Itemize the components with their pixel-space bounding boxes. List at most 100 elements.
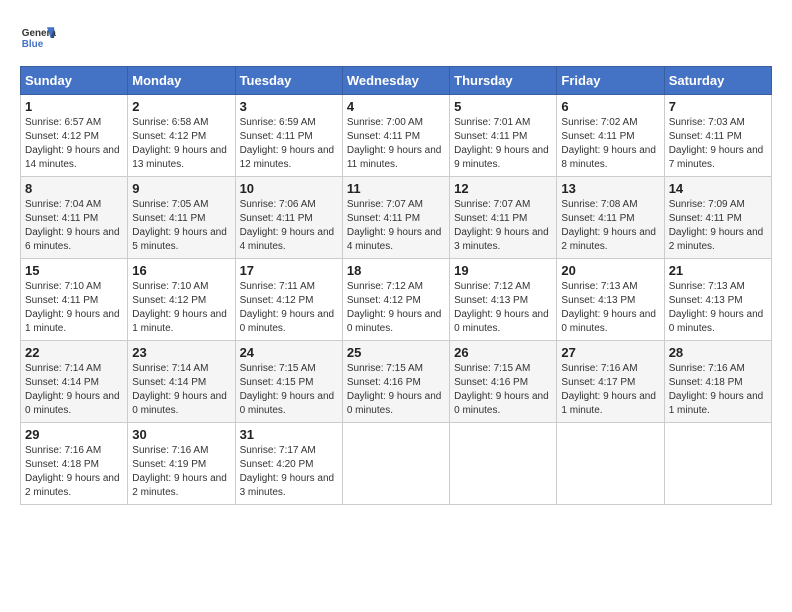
weekday-header-monday: Monday xyxy=(128,67,235,95)
day-info: Sunrise: 7:01 AM Sunset: 4:11 PM Dayligh… xyxy=(454,116,552,172)
calendar-cell xyxy=(557,423,664,505)
calendar-cell: 1 Sunrise: 6:57 AM Sunset: 4:12 PM Dayli… xyxy=(21,95,128,177)
day-info: Sunrise: 7:07 AM Sunset: 4:11 PM Dayligh… xyxy=(347,198,445,254)
day-info: Sunrise: 7:16 AM Sunset: 4:18 PM Dayligh… xyxy=(25,444,123,500)
weekday-header-saturday: Saturday xyxy=(664,67,771,95)
day-info: Sunrise: 7:10 AM Sunset: 4:11 PM Dayligh… xyxy=(25,280,123,336)
calendar-cell: 8 Sunrise: 7:04 AM Sunset: 4:11 PM Dayli… xyxy=(21,177,128,259)
day-info: Sunrise: 7:15 AM Sunset: 4:16 PM Dayligh… xyxy=(347,362,445,418)
day-info: Sunrise: 7:17 AM Sunset: 4:20 PM Dayligh… xyxy=(240,444,338,500)
day-number: 10 xyxy=(240,181,338,196)
day-info: Sunrise: 7:16 AM Sunset: 4:17 PM Dayligh… xyxy=(561,362,659,418)
day-number: 2 xyxy=(132,99,230,114)
calendar-cell: 15 Sunrise: 7:10 AM Sunset: 4:11 PM Dayl… xyxy=(21,259,128,341)
day-number: 16 xyxy=(132,263,230,278)
day-info: Sunrise: 7:14 AM Sunset: 4:14 PM Dayligh… xyxy=(132,362,230,418)
calendar-cell: 29 Sunrise: 7:16 AM Sunset: 4:18 PM Dayl… xyxy=(21,423,128,505)
week-row-2: 8 Sunrise: 7:04 AM Sunset: 4:11 PM Dayli… xyxy=(21,177,772,259)
day-number: 8 xyxy=(25,181,123,196)
day-number: 27 xyxy=(561,345,659,360)
day-info: Sunrise: 7:08 AM Sunset: 4:11 PM Dayligh… xyxy=(561,198,659,254)
day-info: Sunrise: 7:14 AM Sunset: 4:14 PM Dayligh… xyxy=(25,362,123,418)
calendar-cell: 26 Sunrise: 7:15 AM Sunset: 4:16 PM Dayl… xyxy=(450,341,557,423)
day-info: Sunrise: 7:07 AM Sunset: 4:11 PM Dayligh… xyxy=(454,198,552,254)
day-number: 18 xyxy=(347,263,445,278)
day-number: 20 xyxy=(561,263,659,278)
calendar: SundayMondayTuesdayWednesdayThursdayFrid… xyxy=(20,66,772,505)
day-number: 24 xyxy=(240,345,338,360)
day-info: Sunrise: 7:02 AM Sunset: 4:11 PM Dayligh… xyxy=(561,116,659,172)
day-info: Sunrise: 6:58 AM Sunset: 4:12 PM Dayligh… xyxy=(132,116,230,172)
calendar-cell: 13 Sunrise: 7:08 AM Sunset: 4:11 PM Dayl… xyxy=(557,177,664,259)
calendar-cell: 18 Sunrise: 7:12 AM Sunset: 4:12 PM Dayl… xyxy=(342,259,449,341)
day-number: 31 xyxy=(240,427,338,442)
day-info: Sunrise: 7:09 AM Sunset: 4:11 PM Dayligh… xyxy=(669,198,767,254)
calendar-cell xyxy=(664,423,771,505)
calendar-cell: 30 Sunrise: 7:16 AM Sunset: 4:19 PM Dayl… xyxy=(128,423,235,505)
calendar-cell: 4 Sunrise: 7:00 AM Sunset: 4:11 PM Dayli… xyxy=(342,95,449,177)
logo: General Blue xyxy=(20,20,56,56)
day-info: Sunrise: 7:12 AM Sunset: 4:12 PM Dayligh… xyxy=(347,280,445,336)
weekday-header-sunday: Sunday xyxy=(21,67,128,95)
day-number: 17 xyxy=(240,263,338,278)
day-info: Sunrise: 7:15 AM Sunset: 4:15 PM Dayligh… xyxy=(240,362,338,418)
day-number: 6 xyxy=(561,99,659,114)
day-number: 3 xyxy=(240,99,338,114)
day-info: Sunrise: 7:11 AM Sunset: 4:12 PM Dayligh… xyxy=(240,280,338,336)
calendar-header: SundayMondayTuesdayWednesdayThursdayFrid… xyxy=(21,67,772,95)
calendar-cell: 27 Sunrise: 7:16 AM Sunset: 4:17 PM Dayl… xyxy=(557,341,664,423)
calendar-cell: 11 Sunrise: 7:07 AM Sunset: 4:11 PM Dayl… xyxy=(342,177,449,259)
day-number: 25 xyxy=(347,345,445,360)
calendar-cell: 5 Sunrise: 7:01 AM Sunset: 4:11 PM Dayli… xyxy=(450,95,557,177)
day-number: 30 xyxy=(132,427,230,442)
calendar-cell: 7 Sunrise: 7:03 AM Sunset: 4:11 PM Dayli… xyxy=(664,95,771,177)
day-info: Sunrise: 7:13 AM Sunset: 4:13 PM Dayligh… xyxy=(561,280,659,336)
weekday-row: SundayMondayTuesdayWednesdayThursdayFrid… xyxy=(21,67,772,95)
day-number: 9 xyxy=(132,181,230,196)
day-info: Sunrise: 7:15 AM Sunset: 4:16 PM Dayligh… xyxy=(454,362,552,418)
day-number: 1 xyxy=(25,99,123,114)
calendar-cell: 20 Sunrise: 7:13 AM Sunset: 4:13 PM Dayl… xyxy=(557,259,664,341)
day-number: 5 xyxy=(454,99,552,114)
calendar-cell: 12 Sunrise: 7:07 AM Sunset: 4:11 PM Dayl… xyxy=(450,177,557,259)
calendar-cell: 28 Sunrise: 7:16 AM Sunset: 4:18 PM Dayl… xyxy=(664,341,771,423)
calendar-cell: 23 Sunrise: 7:14 AM Sunset: 4:14 PM Dayl… xyxy=(128,341,235,423)
calendar-body: 1 Sunrise: 6:57 AM Sunset: 4:12 PM Dayli… xyxy=(21,95,772,505)
day-number: 22 xyxy=(25,345,123,360)
day-info: Sunrise: 7:04 AM Sunset: 4:11 PM Dayligh… xyxy=(25,198,123,254)
day-info: Sunrise: 7:00 AM Sunset: 4:11 PM Dayligh… xyxy=(347,116,445,172)
calendar-cell: 2 Sunrise: 6:58 AM Sunset: 4:12 PM Dayli… xyxy=(128,95,235,177)
day-number: 4 xyxy=(347,99,445,114)
calendar-cell: 3 Sunrise: 6:59 AM Sunset: 4:11 PM Dayli… xyxy=(235,95,342,177)
day-info: Sunrise: 7:12 AM Sunset: 4:13 PM Dayligh… xyxy=(454,280,552,336)
week-row-5: 29 Sunrise: 7:16 AM Sunset: 4:18 PM Dayl… xyxy=(21,423,772,505)
week-row-4: 22 Sunrise: 7:14 AM Sunset: 4:14 PM Dayl… xyxy=(21,341,772,423)
day-info: Sunrise: 7:16 AM Sunset: 4:19 PM Dayligh… xyxy=(132,444,230,500)
logo-icon: General Blue xyxy=(20,20,56,56)
calendar-cell xyxy=(450,423,557,505)
week-row-1: 1 Sunrise: 6:57 AM Sunset: 4:12 PM Dayli… xyxy=(21,95,772,177)
day-number: 11 xyxy=(347,181,445,196)
weekday-header-thursday: Thursday xyxy=(450,67,557,95)
weekday-header-friday: Friday xyxy=(557,67,664,95)
day-info: Sunrise: 7:03 AM Sunset: 4:11 PM Dayligh… xyxy=(669,116,767,172)
calendar-cell: 25 Sunrise: 7:15 AM Sunset: 4:16 PM Dayl… xyxy=(342,341,449,423)
day-info: Sunrise: 7:06 AM Sunset: 4:11 PM Dayligh… xyxy=(240,198,338,254)
day-number: 21 xyxy=(669,263,767,278)
day-number: 7 xyxy=(669,99,767,114)
svg-text:Blue: Blue xyxy=(22,39,44,50)
day-info: Sunrise: 7:13 AM Sunset: 4:13 PM Dayligh… xyxy=(669,280,767,336)
calendar-cell: 17 Sunrise: 7:11 AM Sunset: 4:12 PM Dayl… xyxy=(235,259,342,341)
day-info: Sunrise: 6:57 AM Sunset: 4:12 PM Dayligh… xyxy=(25,116,123,172)
calendar-cell: 19 Sunrise: 7:12 AM Sunset: 4:13 PM Dayl… xyxy=(450,259,557,341)
calendar-cell: 14 Sunrise: 7:09 AM Sunset: 4:11 PM Dayl… xyxy=(664,177,771,259)
day-number: 12 xyxy=(454,181,552,196)
day-number: 23 xyxy=(132,345,230,360)
day-number: 26 xyxy=(454,345,552,360)
calendar-cell: 16 Sunrise: 7:10 AM Sunset: 4:12 PM Dayl… xyxy=(128,259,235,341)
calendar-cell: 6 Sunrise: 7:02 AM Sunset: 4:11 PM Dayli… xyxy=(557,95,664,177)
weekday-header-wednesday: Wednesday xyxy=(342,67,449,95)
day-info: Sunrise: 7:05 AM Sunset: 4:11 PM Dayligh… xyxy=(132,198,230,254)
calendar-cell xyxy=(342,423,449,505)
week-row-3: 15 Sunrise: 7:10 AM Sunset: 4:11 PM Dayl… xyxy=(21,259,772,341)
